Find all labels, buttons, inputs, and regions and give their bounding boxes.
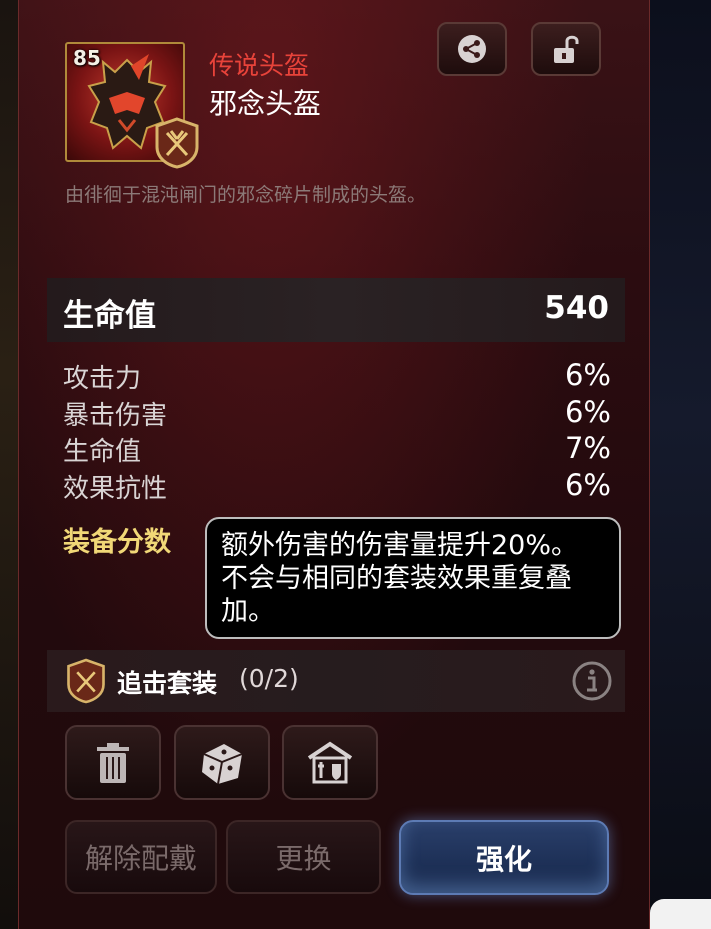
sub-stat-value: 6% bbox=[564, 395, 611, 429]
item-description: 由徘徊于混沌闸门的邪念碎片制成的头盔。 bbox=[65, 184, 427, 206]
background-right bbox=[650, 0, 711, 929]
set-count: (0/2) bbox=[239, 664, 299, 693]
pursuit-set-badge-icon bbox=[155, 117, 199, 169]
item-rarity: 传说头盔 bbox=[209, 51, 310, 80]
sub-stat-label: 生命值 bbox=[63, 437, 142, 467]
gear-score-label[interactable]: 装备分数 bbox=[63, 520, 171, 559]
item-level: 85 bbox=[73, 46, 101, 70]
main-stat-value: 540 bbox=[544, 290, 609, 326]
sub-stat-value: 7% bbox=[564, 431, 611, 465]
background-left bbox=[0, 0, 18, 929]
share-icon bbox=[458, 35, 486, 63]
pursuit-set-icon bbox=[67, 658, 105, 704]
tooltip-line: 加。 bbox=[221, 596, 275, 627]
sub-stat-label: 暴击伤害 bbox=[63, 401, 168, 431]
sub-stat-row: 效果抗性 6% bbox=[63, 468, 611, 504]
lock-button[interactable] bbox=[531, 22, 601, 76]
main-stat-label: 生命值 bbox=[63, 298, 156, 334]
sub-stat-row: 生命值 7% bbox=[63, 431, 611, 467]
storage-button[interactable] bbox=[282, 725, 378, 800]
set-name: 追击套装 bbox=[117, 669, 218, 698]
set-effect-tooltip: 额外伤害的伤害量提升20%。 不会与相同的套装效果重复叠 加。 bbox=[205, 517, 621, 639]
sub-stat-value: 6% bbox=[564, 358, 611, 392]
info-icon[interactable] bbox=[571, 660, 613, 702]
discard-button[interactable] bbox=[65, 725, 161, 800]
storage-icon bbox=[307, 741, 353, 783]
unlock-icon bbox=[554, 35, 579, 63]
dice-icon bbox=[202, 743, 243, 784]
reforge-button[interactable] bbox=[174, 725, 270, 800]
item-detail-panel: 85 传说头盔 邪念头盔 由徘徊于混沌闸门的邪念碎片制成的头盔。 生命值 540… bbox=[18, 0, 650, 929]
enhance-button[interactable]: 强化 bbox=[399, 820, 609, 895]
sub-stat-row: 攻击力 6% bbox=[63, 358, 611, 394]
tooltip-line: 额外伤害的伤害量提升20%。 bbox=[221, 530, 579, 561]
trash-icon bbox=[97, 742, 129, 783]
main-stat-row: 生命值 540 bbox=[47, 278, 625, 342]
unequip-button[interactable]: 解除配戴 bbox=[65, 820, 217, 894]
sub-stat-label: 攻击力 bbox=[63, 364, 142, 394]
share-button[interactable] bbox=[437, 22, 507, 76]
set-effect-row[interactable]: 追击套装 (0/2) bbox=[47, 650, 625, 712]
item-name: 邪念头盔 bbox=[209, 87, 322, 120]
tooltip-line: 不会与相同的套装效果重复叠 bbox=[221, 563, 572, 594]
sub-stat-row: 暴击伤害 6% bbox=[63, 395, 611, 431]
sub-stat-value: 6% bbox=[564, 468, 611, 502]
sub-stat-label: 效果抗性 bbox=[63, 474, 168, 504]
swap-button[interactable]: 更换 bbox=[226, 820, 381, 894]
